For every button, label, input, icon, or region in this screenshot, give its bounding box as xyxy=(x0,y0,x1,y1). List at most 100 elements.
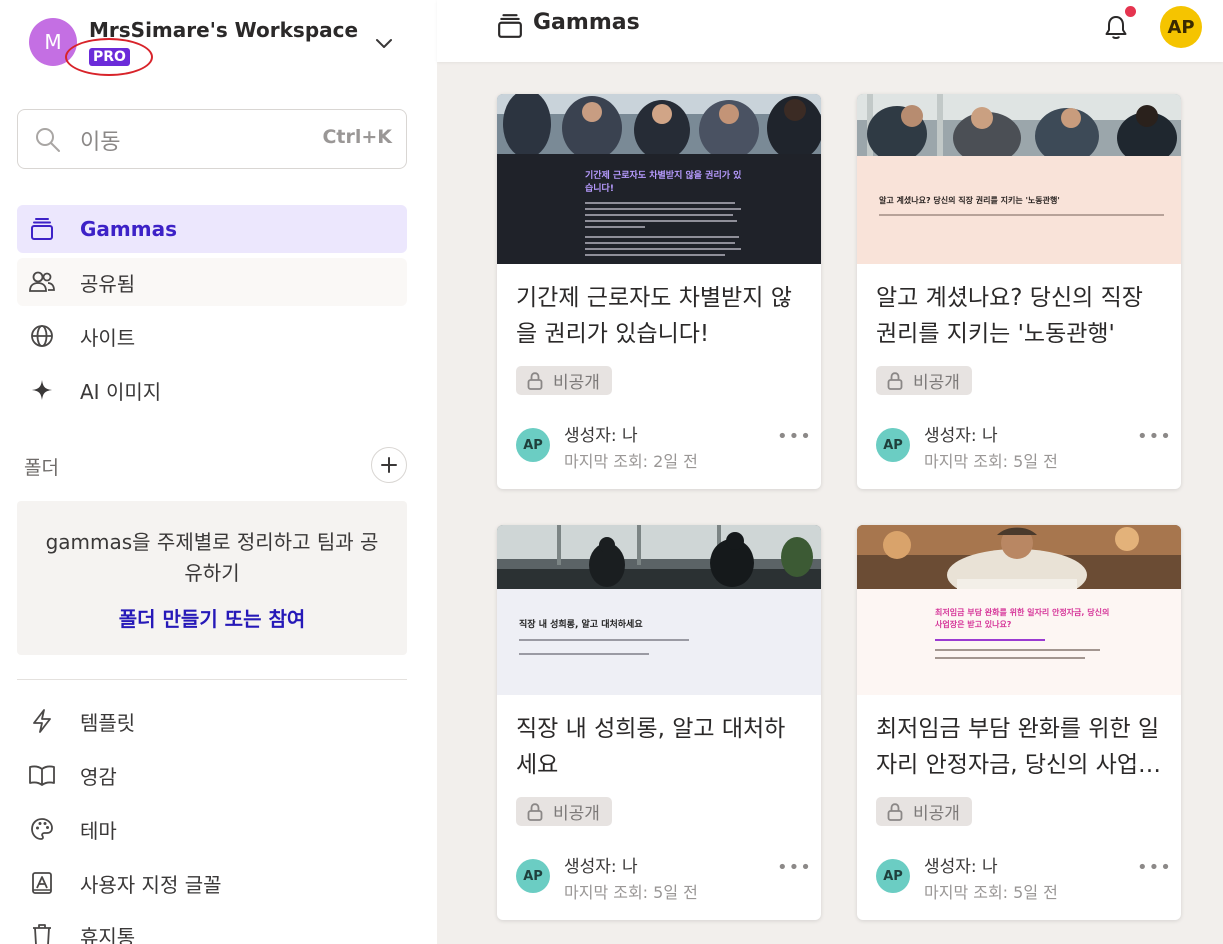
created-by: 생성자: 나 xyxy=(924,857,998,877)
slide-body-text xyxy=(585,202,741,256)
office-photo xyxy=(857,525,1181,589)
gamma-card[interactable]: 알고 계셨나요? 당신의 직장 권리를 지키는 '노동관행' 알고 계셨나요? … xyxy=(857,94,1181,489)
owner-avatar: AP xyxy=(516,428,550,462)
lock-icon xyxy=(527,802,543,821)
nav-item-shared[interactable]: 공유됨 xyxy=(17,258,407,306)
more-options-button[interactable]: ••• xyxy=(777,857,812,878)
bell-icon[interactable] xyxy=(1104,14,1128,40)
card-title: 최저임금 부담 완화를 위한 일자리 안정자금, 당신의 사업장은 받고 있나요… xyxy=(876,716,1160,778)
slide-preview: 기간제 근로자도 차별받지 않을 권리가 있습니다! xyxy=(497,154,821,264)
annotation-circle xyxy=(65,38,153,76)
slide-preview: 최저임금 부담 완화를 위한 일자리 안정자금, 당신의 사업장은 받고 있나요… xyxy=(857,589,1181,695)
nav-item-label: Gammas xyxy=(80,217,177,241)
nav-item-themes[interactable]: 테마 xyxy=(17,809,407,849)
user-avatar[interactable]: AP xyxy=(1160,6,1202,48)
slide-body-text xyxy=(935,639,1100,659)
slide-preview: 직장 내 성희롱, 알고 대처하세요 xyxy=(497,589,821,695)
slide-preview: 알고 계셨나요? 당신의 직장 권리를 지키는 '노동관행' xyxy=(857,156,1181,264)
nav-item-label: AI 이미지 xyxy=(80,379,162,404)
owner-avatar: AP xyxy=(876,859,910,893)
add-folder-button[interactable] xyxy=(371,447,407,483)
nav-item-trash[interactable]: 휴지통 xyxy=(17,915,407,944)
visibility-label: 비공개 xyxy=(553,373,600,393)
visibility-badge: 비공개 xyxy=(876,797,972,826)
slide-title: 최저임금 부담 완화를 위한 일자리 안정자금, 당신의 사업장은 받고 있나요… xyxy=(935,608,1110,629)
search-input[interactable]: 이동 Ctrl+K xyxy=(17,109,407,169)
owner-avatar: AP xyxy=(876,428,910,462)
slide-title: 직장 내 성희롱, 알고 대처하세요 xyxy=(519,620,643,630)
globe-icon xyxy=(29,323,55,349)
notification-dot xyxy=(1125,6,1136,17)
top-bar: Gammas AP xyxy=(437,0,1223,62)
card-title: 알고 계셨나요? 당신의 직장 권리를 지키는 '노동관행' xyxy=(876,285,1143,347)
office-photo xyxy=(857,94,1181,156)
workspace-name: MrsSimare's Workspace xyxy=(89,18,359,42)
nav-item-label: 공유됨 xyxy=(80,271,136,296)
folders-header: 폴더 xyxy=(24,457,59,479)
last-viewed: 마지막 조회: 2일 전 xyxy=(564,452,698,471)
font-icon xyxy=(29,870,55,896)
folders-empty-state: gammas을 주제별로 정리하고 팀과 공유하기 폴더 만들기 또는 참여 xyxy=(17,501,407,655)
nav-item-label: 테마 xyxy=(80,818,117,843)
office-photo xyxy=(497,94,821,154)
gamma-card[interactable]: 직장 내 성희롱, 알고 대처하세요 직장 내 성희롱, 알고 대처하세요 비공… xyxy=(497,525,821,920)
book-icon xyxy=(29,762,55,788)
slide-title: 기간제 근로자도 차별받지 않을 권리가 있습니다! xyxy=(585,171,742,194)
card-title: 기간제 근로자도 차별받지 않을 권리가 있습니다! xyxy=(516,285,792,347)
created-by: 생성자: 나 xyxy=(564,426,638,446)
nav-item-sites[interactable]: 사이트 xyxy=(17,312,407,360)
visibility-badge: 비공개 xyxy=(516,797,612,826)
search-placeholder: 이동 xyxy=(80,130,121,155)
visibility-label: 비공개 xyxy=(553,804,600,824)
nav-item-label: 사이트 xyxy=(80,325,136,350)
create-folder-link[interactable]: 폴더 만들기 또는 참여 xyxy=(17,603,407,632)
gamma-card[interactable]: 기간제 근로자도 차별받지 않을 권리가 있습니다! 기간제 근로자도 차별받지… xyxy=(497,94,821,489)
palette-icon xyxy=(29,816,55,842)
card-title: 직장 내 성희롱, 알고 대처하세요 xyxy=(516,716,786,778)
bolt-icon xyxy=(29,708,55,734)
visibility-label: 비공개 xyxy=(913,373,960,393)
nav-item-label: 템플릿 xyxy=(80,710,136,735)
sparkle-icon xyxy=(29,377,55,403)
workspace-switcher[interactable]: M MrsSimare's Workspace PRO xyxy=(29,18,358,76)
nav-item-label: 사용자 지정 글꼴 xyxy=(80,872,222,897)
nav-item-inspiration[interactable]: 영감 xyxy=(17,755,407,795)
more-options-button[interactable]: ••• xyxy=(1137,426,1172,447)
card-thumbnail: 직장 내 성희롱, 알고 대처하세요 xyxy=(497,525,821,695)
owner-avatar: AP xyxy=(516,859,550,893)
sidebar-divider xyxy=(17,679,407,680)
slide-body-text xyxy=(879,214,1164,216)
slide-body-text xyxy=(519,639,689,655)
chevron-down-icon[interactable] xyxy=(374,33,394,53)
visibility-label: 비공개 xyxy=(913,804,960,824)
nav-item-ai-images[interactable]: AI 이미지 xyxy=(17,366,407,414)
nav-item-custom-fonts[interactable]: 사용자 지정 글꼴 xyxy=(17,863,407,903)
nav-item-label: 휴지통 xyxy=(80,924,136,944)
stack-icon xyxy=(29,216,55,242)
created-by: 생성자: 나 xyxy=(924,426,998,446)
slide-title: 알고 계셨나요? 당신의 직장 권리를 지키는 '노동관행' xyxy=(879,196,1060,205)
visibility-badge: 비공개 xyxy=(876,366,972,395)
lock-icon xyxy=(887,371,903,390)
nav-item-gammas[interactable]: Gammas xyxy=(17,205,407,253)
nav-item-templates[interactable]: 템플릿 xyxy=(17,701,407,741)
stack-icon xyxy=(498,14,522,38)
sidebar: M MrsSimare's Workspace PRO 이동 Ctrl+K Ga… xyxy=(0,0,437,944)
nav-item-label: 영감 xyxy=(80,764,117,789)
trash-icon xyxy=(29,922,55,944)
more-options-button[interactable]: ••• xyxy=(777,426,812,447)
visibility-badge: 비공개 xyxy=(516,366,612,395)
last-viewed: 마지막 조회: 5일 전 xyxy=(924,452,1058,471)
gamma-card[interactable]: 최저임금 부담 완화를 위한 일자리 안정자금, 당신의 사업장은 받고 있나요… xyxy=(857,525,1181,920)
lock-icon xyxy=(527,371,543,390)
office-photo xyxy=(497,525,821,589)
more-options-button[interactable]: ••• xyxy=(1137,857,1172,878)
search-icon xyxy=(36,128,60,152)
last-viewed: 마지막 조회: 5일 전 xyxy=(924,883,1058,902)
created-by: 생성자: 나 xyxy=(564,857,638,877)
search-shortcut: Ctrl+K xyxy=(322,126,392,148)
people-icon xyxy=(29,269,55,295)
card-thumbnail: 최저임금 부담 완화를 위한 일자리 안정자금, 당신의 사업장은 받고 있나요… xyxy=(857,525,1181,695)
card-thumbnail: 알고 계셨나요? 당신의 직장 권리를 지키는 '노동관행' xyxy=(857,94,1181,264)
folders-description: gammas을 주제별로 정리하고 팀과 공유하기 xyxy=(45,530,379,585)
